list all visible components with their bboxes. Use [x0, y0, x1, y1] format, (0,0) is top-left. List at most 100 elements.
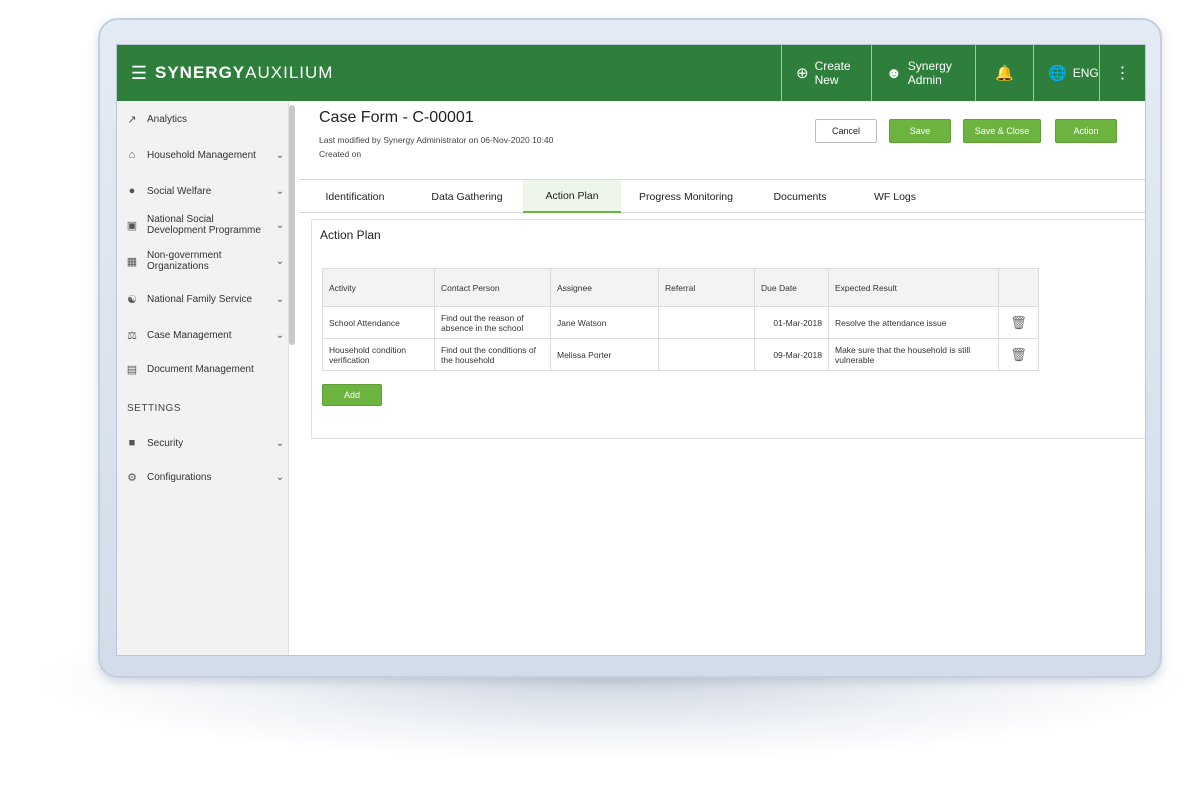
user-name: Synergy Admin	[907, 59, 952, 87]
sidebar-item-national-family-service[interactable]: ☯ National Family Service ⌄	[117, 287, 289, 311]
chevron-down-icon: ⌄	[275, 293, 285, 305]
table-row[interactable]: Household condition verification Find ou…	[322, 338, 1039, 371]
sidebar-scrollbar[interactable]	[289, 105, 295, 345]
sidebar-item-security[interactable]: ■ Security ⌄	[117, 431, 289, 455]
monitor-frame: ☰ SYNERGYAUXILIUM ⊕ Create New ☻ Synergy…	[98, 18, 1162, 678]
trash-icon: 🗑	[1010, 346, 1027, 362]
top-bar: ☰ SYNERGYAUXILIUM ⊕ Create New ☻ Synergy…	[117, 45, 1145, 101]
tab-progress-monitoring[interactable]: Progress Monitoring	[627, 180, 745, 213]
chevron-down-icon: ⌄	[275, 255, 285, 267]
delete-row-button[interactable]: 🗑	[998, 338, 1039, 371]
plus-circle-icon: ⊕	[796, 65, 809, 82]
save-close-button[interactable]: Save & Close	[963, 119, 1041, 143]
settings-heading: SETTINGS	[127, 403, 182, 414]
chevron-down-icon: ⌄	[275, 219, 285, 231]
cell-referral	[658, 338, 755, 371]
globe-icon: 🌐	[1048, 65, 1067, 82]
sidebar-item-label: National Social Development Programme	[147, 214, 261, 236]
sidebar-item-national-social-development[interactable]: ▣ National Social Development Programme …	[117, 211, 289, 239]
sidebar-item-label: Document Management	[147, 363, 254, 375]
tab-data-gathering[interactable]: Data Gathering	[415, 180, 519, 213]
sidebar-item-label: Case Management	[147, 329, 232, 341]
cell-expected-result: Make sure that the household is still vu…	[828, 338, 999, 371]
logo-light: AUXILIUM	[245, 63, 334, 82]
hamburger-menu-icon[interactable]: ☰	[123, 45, 155, 101]
tab-action-plan[interactable]: Action Plan	[523, 180, 621, 213]
logo-main: SYNERGY	[155, 63, 246, 82]
sidebar-item-label: Social Welfare	[147, 185, 212, 197]
bell-icon: 🔔	[995, 65, 1014, 82]
chevron-down-icon: ⌄	[275, 471, 285, 483]
sidebar-item-label: Configurations	[147, 471, 212, 483]
create-new-label: Create New	[814, 59, 851, 87]
trash-icon: 🗑	[1010, 314, 1027, 330]
column-header: Expected Result	[828, 268, 999, 307]
chevron-down-icon: ⌄	[275, 329, 285, 341]
column-header: Contact Person	[434, 268, 551, 307]
family-icon: ☯	[127, 293, 137, 306]
people-icon: ●	[128, 185, 136, 197]
chevron-down-icon: ⌄	[275, 185, 285, 197]
sidebar-item-social-welfare[interactable]: ● Social Welfare ⌄	[117, 179, 289, 203]
table-row[interactable]: School Attendance Find out the reason of…	[322, 306, 1039, 339]
app-screen: ☰ SYNERGYAUXILIUM ⊕ Create New ☻ Synergy…	[116, 44, 1146, 656]
last-modified-text: Last modified by Synergy Administrator o…	[319, 135, 554, 145]
table-header-row: Activity Contact Person Assignee Referra…	[322, 268, 1039, 307]
sidebar-item-label: Analytics	[147, 113, 188, 125]
notifications-button[interactable]: 🔔	[975, 45, 1033, 101]
cancel-button[interactable]: Cancel	[815, 119, 877, 143]
column-header: Activity	[322, 268, 435, 307]
lock-icon: ■	[128, 437, 136, 449]
cell-contact-person: Find out the conditions of the household	[434, 338, 551, 371]
action-plan-table: Activity Contact Person Assignee Referra…	[322, 268, 1039, 371]
action-button[interactable]: Action	[1055, 119, 1117, 143]
column-header: Assignee	[550, 268, 659, 307]
documents-icon: ▤	[126, 363, 138, 376]
chevron-down-icon: ⌄	[275, 437, 285, 449]
cell-expected-result: Resolve the attendance issue	[828, 306, 999, 339]
sidebar-item-ngo[interactable]: ▦ Non-government Organizations ⌄	[117, 247, 289, 275]
bank-icon: ▣	[126, 219, 138, 232]
building-icon: ▦	[126, 255, 138, 268]
tab-documents[interactable]: Documents	[755, 180, 845, 213]
more-vertical-icon: ⋮	[1114, 65, 1131, 82]
sidebar-item-analytics[interactable]: ↗ Analytics	[117, 109, 289, 129]
sidebar-item-configurations[interactable]: ⚙ Configurations ⌄	[117, 465, 289, 489]
tab-bar: Identification Data Gathering Action Pla…	[299, 179, 1145, 213]
user-icon: ☻	[886, 64, 902, 82]
sidebar-item-label: National Family Service	[147, 293, 253, 305]
cell-due-date: 01-Mar-2018	[754, 306, 829, 339]
cell-due-date: 09-Mar-2018	[754, 338, 829, 371]
page-title: Case Form - C-00001	[319, 109, 474, 126]
gear-icon: ⚙	[127, 471, 137, 484]
cell-activity: Household condition verification	[322, 338, 435, 371]
tab-identification[interactable]: Identification	[305, 180, 405, 213]
user-menu[interactable]: ☻ Synergy Admin	[871, 45, 975, 101]
save-button[interactable]: Save	[889, 119, 951, 143]
app-logo[interactable]: SYNERGYAUXILIUM	[155, 63, 333, 83]
sidebar-item-case-management[interactable]: ⚖ Case Management ⌄	[117, 323, 289, 347]
cell-assignee: Melissa Porter	[550, 338, 659, 371]
sidebar-item-label: Security	[147, 437, 184, 449]
sidebar-item-label: Household Management	[147, 149, 256, 161]
sidebar: ↗ Analytics ⌂ Household Management ⌄ ● S…	[117, 101, 289, 655]
tab-wf-logs[interactable]: WF Logs	[855, 180, 935, 213]
column-header: Referral	[658, 268, 755, 307]
add-row-button[interactable]: Add	[322, 384, 382, 406]
chevron-down-icon: ⌄	[275, 149, 285, 161]
more-options-button[interactable]: ⋮	[1099, 45, 1145, 101]
delete-row-button[interactable]: 🗑	[998, 306, 1039, 339]
section-title: Action Plan	[320, 228, 381, 242]
sidebar-item-label: Non-government Organizations	[147, 250, 222, 272]
cell-contact-person: Find out the reason of absence in the sc…	[434, 306, 551, 339]
column-header: Due Date	[754, 268, 829, 307]
language-selector[interactable]: 🌐 ENG	[1033, 45, 1099, 101]
create-new-button[interactable]: ⊕ Create New	[781, 45, 871, 101]
cell-referral	[658, 306, 755, 339]
cell-activity: School Attendance	[322, 306, 435, 339]
sidebar-item-household-management[interactable]: ⌂ Household Management ⌄	[117, 143, 289, 167]
created-on-text: Created on	[319, 149, 362, 159]
sidebar-item-document-management[interactable]: ▤ Document Management	[117, 357, 289, 381]
home-icon: ⌂	[128, 149, 136, 161]
chart-icon: ↗	[127, 113, 137, 126]
